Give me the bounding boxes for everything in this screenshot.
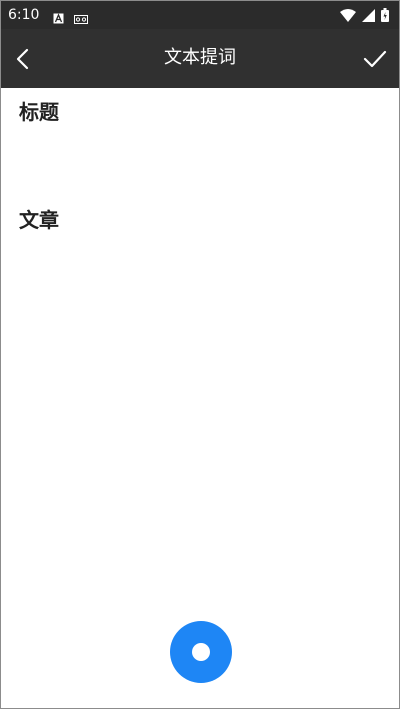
record-icon	[192, 643, 210, 661]
notification-a-icon	[53, 9, 64, 28]
check-icon	[363, 50, 387, 68]
page-title: 文本提词	[164, 47, 236, 68]
voicemail-icon	[74, 9, 88, 28]
status-bar: 6:10	[1, 1, 399, 29]
article-input[interactable]	[19, 239, 385, 603]
status-time: 6:10	[8, 7, 40, 23]
app-bar: 文本提词	[1, 29, 399, 88]
battery-icon	[381, 7, 389, 26]
status-left-icons	[53, 9, 88, 28]
status-right-icons	[340, 7, 389, 26]
signal-icon	[362, 7, 375, 26]
record-button[interactable]	[170, 621, 232, 683]
app-screen: 6:10 文本提词 标题 文章	[0, 0, 400, 709]
wifi-icon	[340, 7, 356, 26]
confirm-button[interactable]	[359, 43, 391, 75]
title-label: 标题	[19, 100, 59, 124]
article-label: 文章	[19, 208, 59, 232]
title-input[interactable]	[19, 129, 385, 191]
